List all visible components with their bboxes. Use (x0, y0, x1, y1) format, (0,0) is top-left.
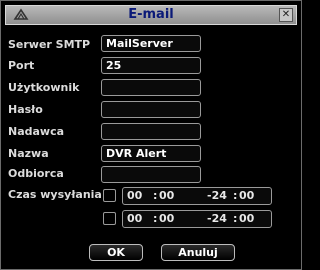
sender-input[interactable] (101, 123, 201, 140)
schedule-2-end-minute[interactable]: 00 (239, 212, 254, 225)
schedule-1-checkbox[interactable] (103, 189, 116, 202)
label-password: Hasło (8, 103, 43, 116)
dialog-title: E-mail (128, 7, 174, 22)
email-dialog: E-mail ✕ Serwer SMTP Port Użytkownik Has… (0, 0, 302, 270)
recipient-input[interactable] (101, 166, 201, 183)
schedule-1-end-hour[interactable]: -24 (207, 189, 227, 202)
cancel-button[interactable]: Anuluj (161, 244, 235, 261)
label-name: Nazwa (8, 147, 49, 160)
user-input[interactable] (101, 79, 201, 96)
time-separator: : (153, 212, 158, 225)
smtp-server-input[interactable]: MailServer (101, 35, 201, 52)
title-bar: E-mail ✕ (5, 5, 297, 25)
name-input[interactable]: DVR Alert (101, 145, 201, 162)
time-separator: : (233, 212, 238, 225)
schedule-1-start-minute[interactable]: 00 (159, 189, 174, 202)
schedule-2-start-hour[interactable]: 00 (127, 212, 142, 225)
schedule-2-start-minute[interactable]: 00 (159, 212, 174, 225)
schedule-1-start-hour[interactable]: 00 (127, 189, 142, 202)
schedule-2-time-range[interactable]: 00 : 00 -24 : 00 (122, 210, 272, 228)
time-separator: : (233, 189, 238, 202)
label-smtp-server: Serwer SMTP (8, 38, 91, 51)
label-sender: Nadawca (8, 125, 65, 138)
schedule-1-time-range[interactable]: 00 : 00 -24 : 00 (122, 187, 272, 205)
ok-button[interactable]: OK (89, 244, 143, 261)
port-input[interactable]: 25 (101, 57, 201, 74)
label-user: Użytkownik (8, 81, 80, 94)
schedule-2-end-hour[interactable]: -24 (207, 212, 227, 225)
label-send-time: Czas wysyłania (8, 188, 102, 201)
schedule-1-end-minute[interactable]: 00 (239, 189, 254, 202)
schedule-2-checkbox[interactable] (103, 212, 116, 225)
close-icon: ✕ (281, 9, 291, 20)
close-button[interactable]: ✕ (279, 8, 293, 22)
time-separator: : (153, 189, 158, 202)
label-recipient: Odbiorca (8, 167, 64, 180)
password-input[interactable] (101, 101, 201, 118)
label-port: Port (8, 59, 35, 72)
